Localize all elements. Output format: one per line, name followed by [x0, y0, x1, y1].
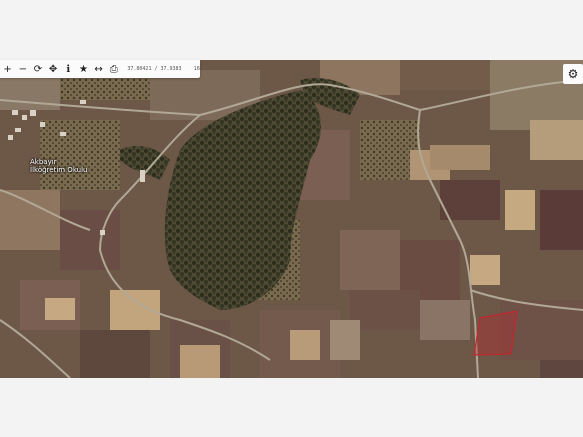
measure-icon[interactable]: ↔ [91, 60, 106, 78]
refresh-icon[interactable]: ⟳ [30, 60, 45, 78]
zoom-level: 16 [193, 66, 200, 72]
map-imagery [0, 60, 583, 378]
coordinate-readout: 37.80421 / 37.9383 [127, 66, 182, 72]
locate-icon[interactable]: ✥ [46, 60, 61, 78]
highlighted-parcel[interactable] [473, 310, 518, 356]
zoom-in-icon[interactable]: + [0, 60, 15, 78]
gear-icon[interactable]: ⚙ [563, 64, 583, 84]
satellite-map[interactable]: Akbayır İlköğretim Okulu [0, 60, 583, 378]
info-icon[interactable]: ℹ [61, 60, 76, 78]
map-toolbar: + − ⟳ ✥ ℹ ★ ↔ ⎙ 37.80421 / 37.9383 16 [0, 60, 200, 78]
place-label-line2: İlköğretim Okulu [30, 166, 88, 174]
star-icon[interactable]: ★ [76, 60, 91, 78]
print-icon[interactable]: ⎙ [106, 60, 121, 78]
place-label-line1: Akbayır [30, 158, 57, 166]
zoom-out-icon[interactable]: − [15, 60, 30, 78]
place-label: Akbayır İlköğretim Okulu [30, 158, 87, 174]
